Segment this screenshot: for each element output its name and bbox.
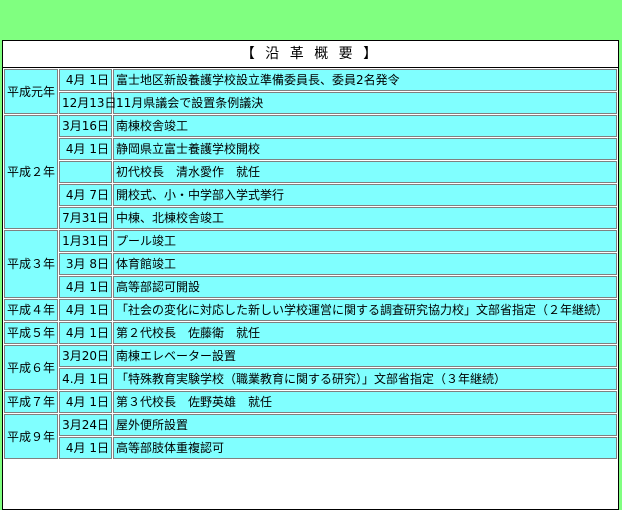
event-cell: 屋外便所設置 (113, 414, 617, 436)
table-row: 平成元年 4月 1日 富士地区新設養護学校設立準備委員長、委員2名発令 (4, 69, 617, 114)
date-cell: 4月 1日 (59, 138, 112, 160)
history-table-frame: 【 沿 革 概 要 】 平成元年 4月 1日 富士地区新設養護学校設立準備委員長、委… (2, 40, 619, 510)
table-row: 平成６年 3月20日 南棟エレベーター設置 (4, 345, 617, 390)
event-cell: 初代校長 清水愛作 就任 (113, 161, 617, 183)
history-table-body: 平成元年 4月 1日 富士地区新設養護学校設立準備委員長、委員2名発令 12月13日 1… (4, 69, 617, 459)
history-table: 平成元年 4月 1日 富士地区新設養護学校設立準備委員長、委員2名発令 12月13日 1… (3, 68, 618, 460)
table-row: 4月 1日 静岡県立富士養護学校開校 (4, 138, 617, 160)
era-cell: 平成５年 (4, 322, 58, 344)
date-cell: 4月 1日 (59, 391, 112, 413)
table-row: 3月 8日 体育館竣工 (4, 253, 617, 275)
date-cell: 1月31日 (59, 230, 112, 252)
date-cell: 4月 1日 (59, 299, 112, 321)
date-cell (59, 161, 112, 183)
event-cell: 「社会の変化に対応した新しい学校運営に関する調査研究協力校」文部省指定（２年継続… (113, 299, 617, 321)
date-cell: 3月20日 (59, 345, 112, 367)
event-cell: 第２代校長 佐藤衛 就任 (113, 322, 617, 344)
event-cell: 南棟エレベーター設置 (113, 345, 617, 367)
event-cell: 中棟、北棟校舎竣工 (113, 207, 617, 229)
date-cell: 4月 1日 (59, 322, 112, 344)
date-cell: 4月 7日 (59, 184, 112, 206)
table-row: 平成４年 4月 1日 「社会の変化に対応した新しい学校運営に関する調査研究協力校」文… (4, 299, 617, 321)
table-caption: 【 沿 革 概 要 】 (3, 41, 618, 68)
event-cell: 静岡県立富士養護学校開校 (113, 138, 617, 160)
event-cell: 富士地区新設養護学校設立準備委員長、委員2名発令 (113, 69, 617, 91)
event-cell: 南棟校舎竣工 (113, 115, 617, 137)
date-cell: 3月24日 (59, 414, 112, 436)
era-cell: 平成元年 (4, 69, 58, 114)
era-cell: 平成７年 (4, 391, 58, 413)
era-cell: 平成４年 (4, 299, 58, 321)
date-cell: 4月 1日 (59, 276, 112, 298)
table-row: 初代校長 清水愛作 就任 (4, 161, 617, 183)
date-cell: 7月31日 (59, 207, 112, 229)
event-cell: 高等部肢体重複認可 (113, 437, 617, 459)
event-cell: 高等部認可開設 (113, 276, 617, 298)
event-cell: 開校式、小・中学部入学式挙行 (113, 184, 617, 206)
era-cell: 平成６年 (4, 345, 58, 390)
table-row: 平成３年 1月31日 プール竣工 (4, 230, 617, 298)
date-cell: 4月 1日 (59, 69, 112, 91)
era-cell: 平成２年 (4, 115, 58, 229)
date-cell: 3月16日 (59, 115, 112, 137)
event-cell: 11月県議会で設置条例議決 (113, 92, 617, 114)
table-row: 平成７年 4月 1日 第３代校長 佐野英雄 就任 (4, 391, 617, 413)
date-cell: 12月13日 (59, 92, 117, 114)
table-row: 4.月 1日 「特殊教育実験学校（職業教育に関する研究）」文部省指定（３年継続） (4, 368, 617, 390)
date-cell: 4.月 1日 (59, 368, 112, 390)
event-cell: 第３代校長 佐野英雄 就任 (113, 391, 617, 413)
date-cell: 4月 1日 (59, 437, 112, 459)
table-row: 平成５年 4月 1日 第２代校長 佐藤衛 就任 (4, 322, 617, 344)
event-cell: 体育館竣工 (113, 253, 617, 275)
era-cell: 平成３年 (4, 230, 58, 298)
table-row: 平成２年 3月16日 南棟校舎竣工 (4, 115, 617, 229)
table-row: 7月31日 中棟、北棟校舎竣工 (4, 207, 617, 229)
era-cell: 平成９年 (4, 414, 58, 459)
table-row: 12月13日 11月県議会で設置条例議決 (4, 92, 617, 114)
table-row: 4月 7日 開校式、小・中学部入学式挙行 (4, 184, 617, 206)
table-row: 4月 1日 高等部認可開設 (4, 276, 617, 298)
table-row: 4月 1日 高等部肢体重複認可 (4, 437, 617, 459)
event-cell: プール竣工 (113, 230, 617, 252)
date-cell: 3月 8日 (59, 253, 112, 275)
table-row: 平成９年 3月24日 屋外便所設置 (4, 414, 617, 459)
event-cell: 「特殊教育実験学校（職業教育に関する研究）」文部省指定（３年継続） (113, 368, 617, 390)
